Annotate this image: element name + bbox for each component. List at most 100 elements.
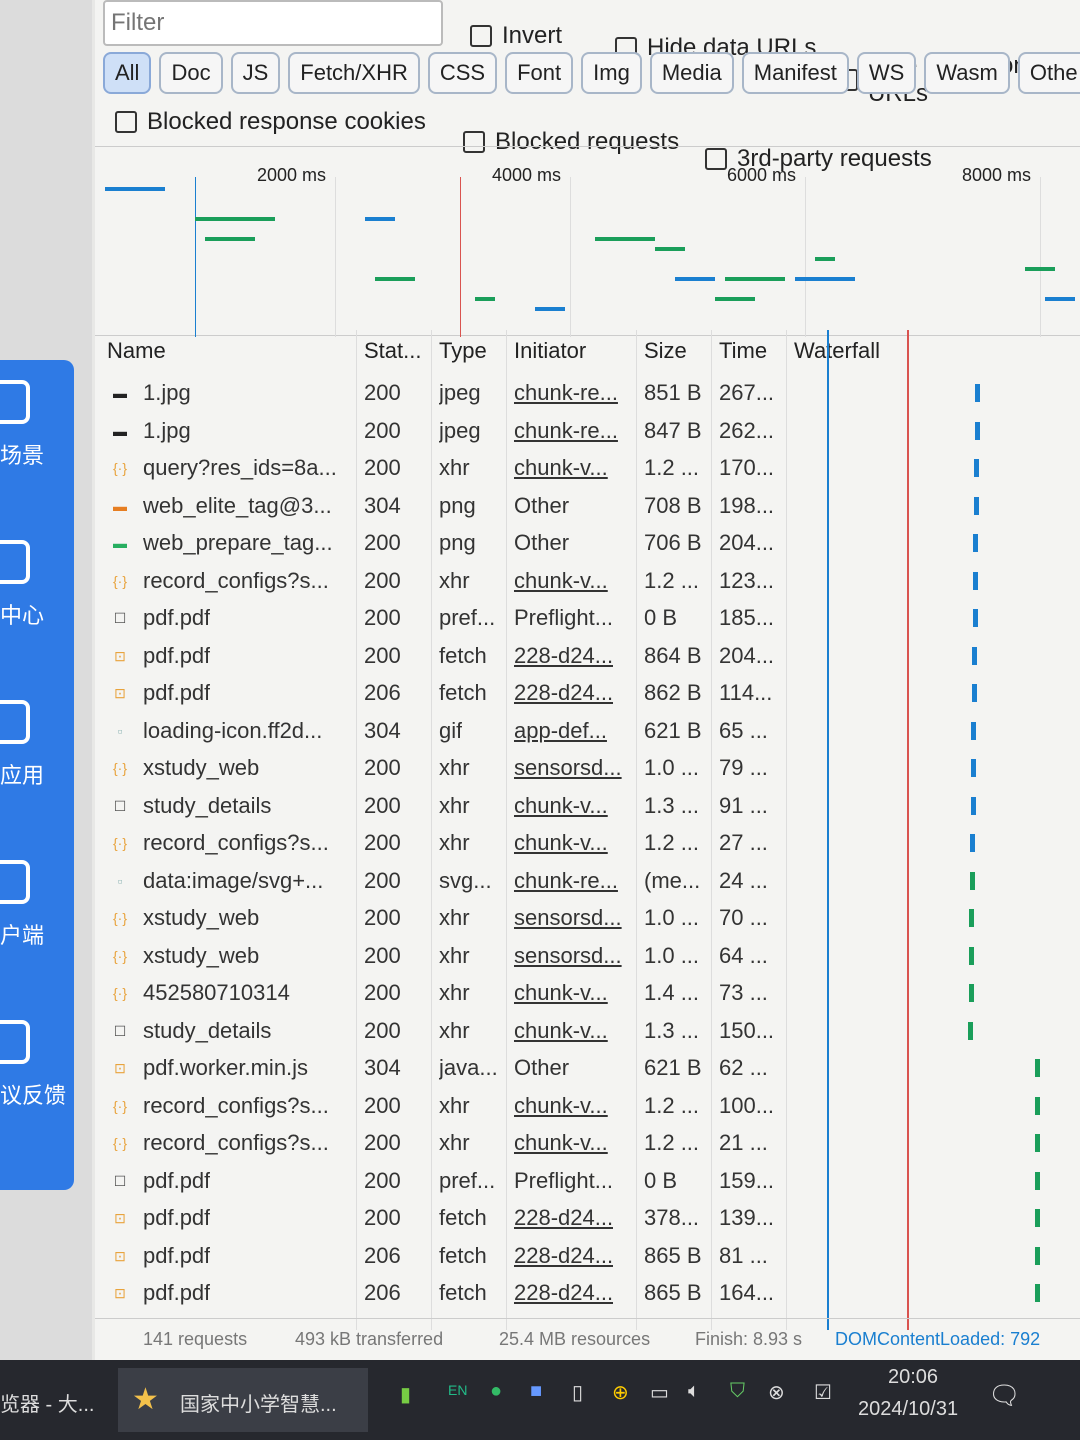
table-row[interactable]: ▫ data:image/svg+... 200 svg... chunk-re... (… — [107, 862, 1080, 900]
initiator-cell[interactable]: chunk-v... — [514, 980, 608, 1006]
column-header-waterfall[interactable]: Waterfall — [794, 338, 880, 364]
size-cell: 1.2 ... — [644, 1092, 700, 1118]
initiator-cell[interactable]: chunk-v... — [514, 455, 608, 481]
security-tray-icon[interactable]: ⊕ — [612, 1380, 629, 1405]
wechat-icon[interactable]: ● — [490, 1380, 502, 1403]
table-row[interactable]: ⊡ pdf.pdf 200 fetch 228-d24... 864 B 204... — [107, 637, 1080, 675]
column-header-initiator[interactable]: Initiator — [514, 338, 586, 364]
column-header-name[interactable]: Name — [107, 338, 166, 364]
sidebar-item[interactable]: 场景 — [0, 380, 74, 470]
type-filter-manifest[interactable]: Manifest — [741, 52, 849, 94]
column-header-type[interactable]: Type — [439, 338, 487, 364]
type-filter-fetchxhr[interactable]: Fetch/XHR — [288, 52, 420, 94]
type-filter-js[interactable]: JS — [230, 52, 281, 94]
table-row[interactable]: {·} record_configs?s... 200 xhr chunk-v... 1.… — [107, 824, 1080, 862]
blocked-cookies-label: Blocked response cookies — [147, 108, 426, 135]
type-filter-othe[interactable]: Othe — [1017, 52, 1080, 94]
type-filter-img[interactable]: Img — [581, 52, 642, 94]
app-tray-icon[interactable]: ■ — [530, 1380, 542, 1403]
initiator-cell[interactable]: sensorsd... — [514, 943, 622, 969]
initiator-cell[interactable]: sensorsd... — [514, 755, 622, 781]
invert-checkbox[interactable]: Invert — [470, 22, 562, 50]
table-row[interactable]: ▬ 1.jpg 200 jpeg chunk-re... 847 B 262... — [107, 412, 1080, 450]
table-row[interactable]: ⊡ pdf.pdf 206 fetch 228-d24... 865 B 164... — [107, 1274, 1080, 1312]
initiator-cell[interactable]: app-def... — [514, 718, 607, 744]
type-filter-wasm[interactable]: Wasm — [924, 52, 1010, 94]
table-row[interactable]: {·} record_configs?s... 200 xhr chunk-v... 1.… — [107, 562, 1080, 600]
initiator-cell[interactable]: Preflight... — [514, 605, 613, 631]
table-row[interactable]: ☐ study_details 200 xhr chunk-v... 1.3 ... 150… — [107, 1012, 1080, 1050]
table-row[interactable]: {·} record_configs?s... 200 xhr chunk-v... 1.… — [107, 1124, 1080, 1162]
timeline-overview[interactable]: 2000 ms 4000 ms 6000 ms 8000 ms — [95, 146, 1080, 337]
column-header-stat[interactable]: Stat... — [364, 338, 421, 364]
volume-icon[interactable]: 🔈︎ — [688, 1380, 700, 1403]
initiator-cell[interactable]: 228-d24... — [514, 1280, 613, 1306]
filter-input[interactable] — [103, 0, 443, 46]
initiator-cell[interactable]: chunk-v... — [514, 1130, 608, 1156]
initiator-cell[interactable]: Other — [514, 493, 569, 519]
sidebar-item[interactable]: 中心 — [0, 540, 74, 630]
table-row[interactable]: {·} query?res_ids=8a... 200 xhr chunk-v... 1.… — [107, 449, 1080, 487]
table-row[interactable]: {·} xstudy_web 200 xhr sensorsd... 1.0 ... 64 … — [107, 937, 1080, 975]
type-filter-media[interactable]: Media — [649, 52, 734, 94]
type-filter-all[interactable]: All — [103, 52, 152, 94]
initiator-cell[interactable]: chunk-v... — [514, 1093, 608, 1119]
device-icon[interactable]: ▯ — [572, 1380, 583, 1405]
initiator-cell[interactable]: 228-d24... — [514, 643, 613, 669]
initiator-cell[interactable]: chunk-re... — [514, 868, 618, 894]
type-filter-font[interactable]: Font — [505, 52, 574, 94]
type-filter-doc[interactable]: Doc — [159, 52, 223, 94]
initiator-cell[interactable]: 228-d24... — [514, 1243, 613, 1269]
initiator-cell[interactable]: Other — [514, 530, 569, 556]
table-row[interactable]: ☐ pdf.pdf 200 pref... Preflight... 0 B 159... — [107, 1162, 1080, 1200]
initiator-cell[interactable]: chunk-re... — [514, 418, 618, 444]
shield-icon[interactable]: ⛉ — [730, 1380, 745, 1403]
type-filter-ws[interactable]: WS — [856, 52, 917, 94]
blocked-cookies-checkbox[interactable]: Blocked response cookies — [115, 108, 426, 136]
table-row[interactable]: {·} xstudy_web 200 xhr sensorsd... 1.0 ... 79 … — [107, 749, 1080, 787]
table-row[interactable]: ⊡ pdf.pdf 206 fetch 228-d24... 865 B 81 ... — [107, 1237, 1080, 1275]
initiator-cell[interactable]: 228-d24... — [514, 680, 613, 706]
table-row[interactable]: ▬ web_elite_tag@3... 304 png Other 708 B 198..… — [107, 487, 1080, 525]
table-row[interactable]: ⊡ pdf.worker.min.js 304 java... Other 621 B 62… — [107, 1049, 1080, 1087]
sidebar-item[interactable]: 户端 — [0, 860, 74, 950]
initiator-cell[interactable]: Preflight... — [514, 1168, 613, 1194]
initiator-cell[interactable]: chunk-v... — [514, 830, 608, 856]
usb-icon[interactable]: ▮ — [400, 1382, 411, 1407]
close-circle-icon[interactable]: ⊗ — [768, 1380, 785, 1405]
input-method-icon[interactable]: EN — [448, 1382, 467, 1398]
sidebar-item[interactable]: 应用 — [0, 700, 74, 790]
table-row[interactable]: ▫ loading-icon.ff2d... 304 gif app-def... 621… — [107, 712, 1080, 750]
type-cell: pref... — [439, 605, 496, 630]
table-row[interactable]: {·} 452580710314 200 xhr chunk-v... 1.4 ... 73… — [107, 974, 1080, 1012]
type-filter-css[interactable]: CSS — [427, 52, 498, 94]
table-row[interactable]: ⊡ pdf.pdf 206 fetch 228-d24... 862 B 114... — [107, 674, 1080, 712]
clock-time[interactable]: 20:06 — [888, 1366, 938, 1389]
initiator-cell[interactable]: chunk-v... — [514, 1018, 608, 1044]
network-panel: Invert Hide data URLs Hide extension URL… — [95, 0, 1080, 1360]
table-row[interactable]: ▬ web_prepare_tag... 200 png Other 706 B 204..… — [107, 524, 1080, 562]
type-cell: jpeg — [439, 380, 481, 405]
column-header-size[interactable]: Size — [644, 338, 687, 364]
size-cell: 621 B — [644, 1055, 702, 1080]
taskbar-app-active[interactable]: ★ 国家中小学智慧... — [118, 1368, 368, 1432]
initiator-cell[interactable]: Other — [514, 1055, 569, 1081]
initiator-cell[interactable]: 228-d24... — [514, 1205, 613, 1231]
initiator-cell[interactable]: chunk-v... — [514, 568, 608, 594]
table-row[interactable]: {·} record_configs?s... 200 xhr chunk-v... 1.… — [107, 1087, 1080, 1125]
initiator-cell[interactable]: chunk-re... — [514, 380, 618, 406]
initiator-cell[interactable]: chunk-v... — [514, 793, 608, 819]
table-row[interactable]: {·} xstudy_web 200 xhr sensorsd... 1.0 ... 70 … — [107, 899, 1080, 937]
table-row[interactable]: ⊡ pdf.pdf 200 fetch 228-d24... 378... 139... — [107, 1199, 1080, 1237]
initiator-cell[interactable]: sensorsd... — [514, 905, 622, 931]
table-row[interactable]: ☐ study_details 200 xhr chunk-v... 1.3 ... 91 … — [107, 787, 1080, 825]
taskbar-app-browser[interactable]: 览器 - 大... — [0, 1388, 94, 1417]
clock-date[interactable]: 2024/10/31 — [858, 1398, 958, 1421]
table-row[interactable]: ☐ pdf.pdf 200 pref... Preflight... 0 B 185... — [107, 599, 1080, 637]
table-row[interactable]: ▬ 1.jpg 200 jpeg chunk-re... 851 B 267... — [107, 374, 1080, 412]
checkbox-tray-icon[interactable]: ☑ — [814, 1380, 832, 1405]
network-icon[interactable]: ▭ — [650, 1380, 669, 1405]
sidebar-item[interactable]: 议反馈 — [0, 1020, 74, 1110]
column-header-time[interactable]: Time — [719, 338, 767, 364]
notification-icon[interactable]: 🗨︎ — [988, 1380, 1021, 1411]
